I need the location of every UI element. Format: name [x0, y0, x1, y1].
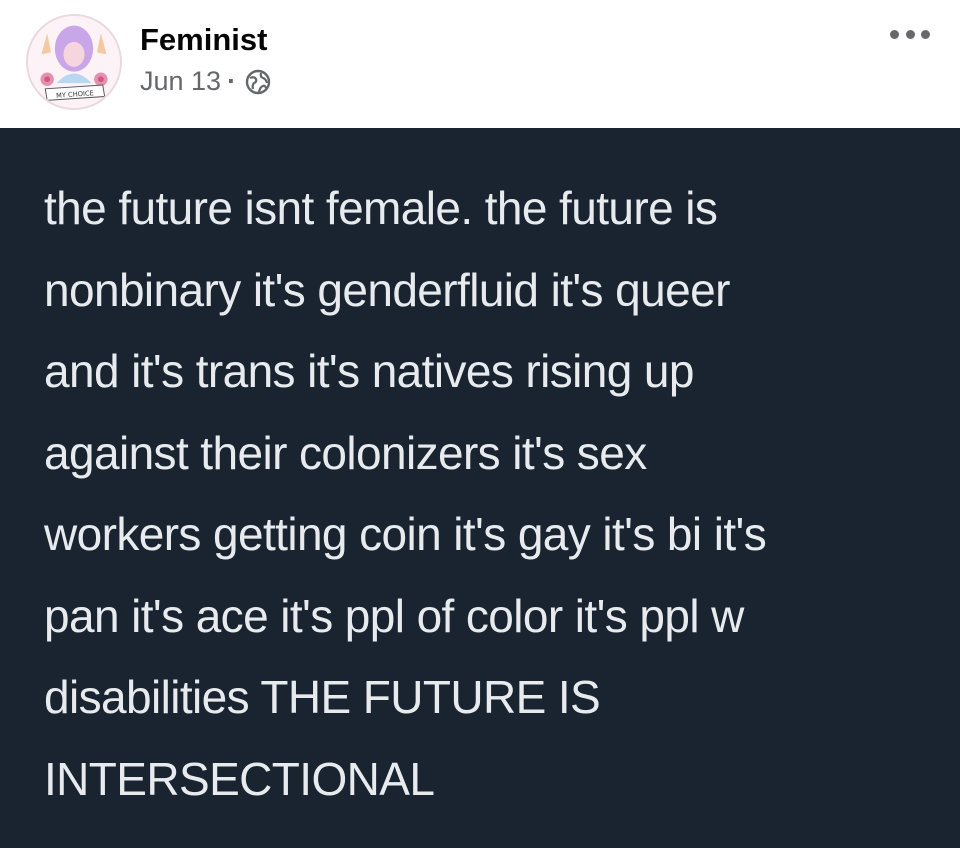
avatar-illustration: MY CHOICE: [28, 16, 120, 108]
post-meta: Jun 13 ·: [140, 66, 272, 97]
more-dot: [890, 29, 899, 39]
meta-separator: ·: [227, 66, 237, 96]
more-dot: [921, 29, 930, 39]
tweet-screenshot-text: the future isnt female. the future is no…: [44, 182, 767, 805]
facebook-post: MY CHOICE Feminist Jun 13 · the future i…: [0, 0, 960, 848]
post-header: MY CHOICE Feminist Jun 13 ·: [0, 0, 960, 128]
more-dot: [905, 29, 915, 39]
post-image[interactable]: the future isnt female. the future is no…: [0, 128, 960, 848]
author-avatar[interactable]: MY CHOICE: [26, 14, 122, 110]
post-date[interactable]: Jun 13: [140, 66, 221, 97]
more-options-icon[interactable]: [890, 22, 930, 46]
globe-icon[interactable]: [244, 68, 272, 96]
author-name[interactable]: Feminist: [140, 22, 267, 58]
